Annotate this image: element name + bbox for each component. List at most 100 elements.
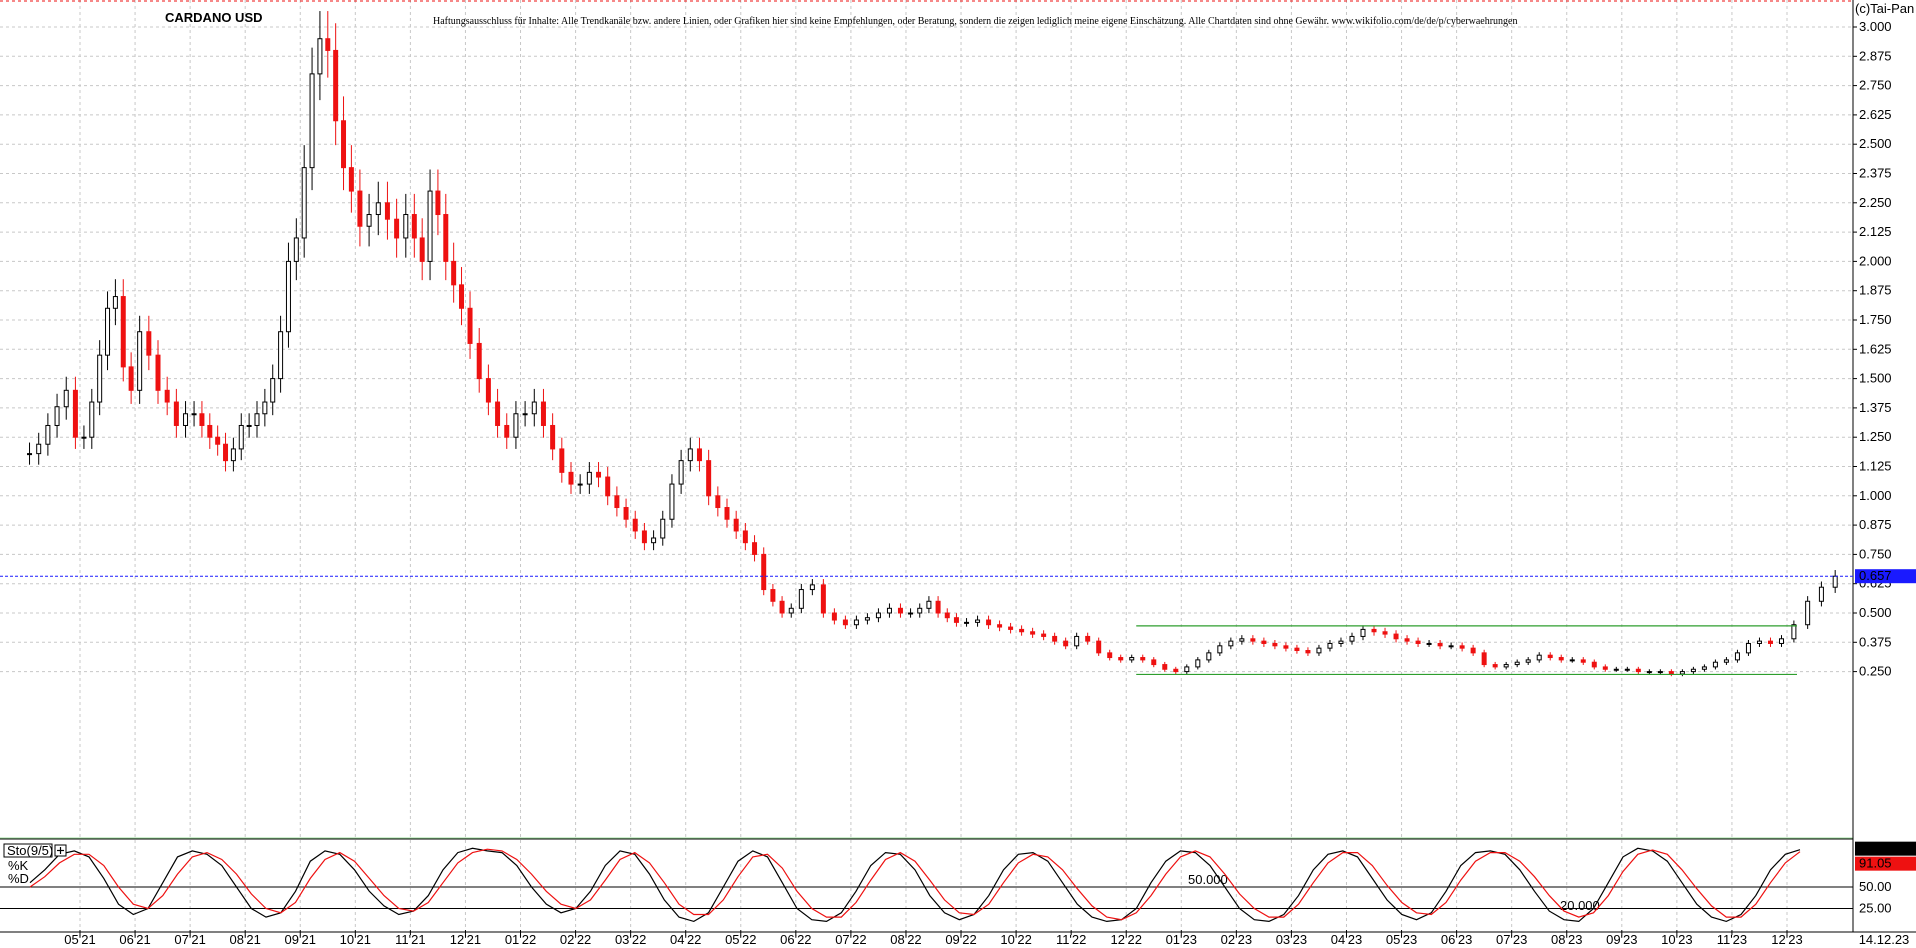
candle-body xyxy=(467,307,473,344)
candle-body xyxy=(986,619,992,626)
candle-body xyxy=(366,214,372,227)
candle-body xyxy=(1063,640,1069,647)
candle-body xyxy=(223,443,229,462)
candle-body xyxy=(770,589,776,602)
x-tick-label: 07'22 xyxy=(835,932,866,947)
sto-y-tick-label: 25.00 xyxy=(1859,901,1892,916)
y-tick-label: 1.750 xyxy=(1859,312,1892,327)
candle-body xyxy=(1558,657,1564,661)
candle-body xyxy=(752,542,758,555)
candle-body xyxy=(842,619,848,626)
sto-y-tick-label: 50.00 xyxy=(1859,879,1892,894)
candle-body xyxy=(278,331,284,380)
sto-ref-label-20: 20.000 xyxy=(1560,898,1600,913)
candle-body xyxy=(1195,659,1201,668)
candle-body xyxy=(864,617,870,621)
candle-body xyxy=(495,401,501,426)
x-tick-label: 05'21 xyxy=(64,932,95,947)
candle-body xyxy=(1041,633,1047,637)
candle-body xyxy=(105,307,111,356)
candle-body xyxy=(1349,635,1355,642)
candle-body xyxy=(820,584,826,614)
chart-window: 50.000 20.000 50.00 25.00 Sto(9/5) %K %D 93.42 9… xyxy=(0,0,1916,948)
candle-body xyxy=(577,483,583,486)
y-tick-label: 0.250 xyxy=(1859,664,1892,679)
candle-body xyxy=(403,214,409,239)
candle-body xyxy=(1096,640,1102,654)
candle-body xyxy=(908,612,914,615)
x-tick-label: 11'23 xyxy=(1717,932,1747,947)
candle-body xyxy=(1283,645,1289,649)
candle-body xyxy=(531,401,537,415)
candle-body xyxy=(706,460,712,497)
candle-body xyxy=(1140,657,1146,661)
candle-body xyxy=(1791,624,1797,640)
x-tick-label: 01'23 xyxy=(1166,932,1197,947)
candle-body xyxy=(568,471,574,485)
x-tick-label: 06'23 xyxy=(1441,932,1472,947)
candle-body xyxy=(1206,652,1212,661)
candle-body xyxy=(997,624,1003,628)
candle-body xyxy=(435,190,441,216)
current-price-label: 0.657 xyxy=(1859,568,1892,583)
candle-body xyxy=(183,413,189,426)
candle-body xyxy=(779,600,785,614)
candle-body xyxy=(1151,659,1157,666)
candle-body xyxy=(81,436,87,439)
candle-body xyxy=(651,537,657,544)
candle-body xyxy=(623,507,629,520)
y-tick-label: 1.500 xyxy=(1859,371,1892,386)
candle-body xyxy=(1646,671,1652,674)
candle-body xyxy=(1316,647,1322,654)
candle-body xyxy=(669,483,675,520)
x-tick-label: 12'21 xyxy=(450,932,481,947)
candle-body xyxy=(1448,645,1454,648)
candle-body xyxy=(1272,642,1278,647)
candle-body xyxy=(1701,666,1707,670)
candle-body xyxy=(596,471,602,478)
copyright-label: (c)Tai-Pan xyxy=(1855,1,1914,16)
y-tick-label: 0.375 xyxy=(1859,634,1892,649)
candle-body xyxy=(262,401,268,415)
candle-body xyxy=(1602,666,1608,670)
candle-body xyxy=(285,260,291,333)
candle-body xyxy=(724,507,730,520)
candle-body xyxy=(128,366,134,391)
x-tick-label: 12'23 xyxy=(1771,932,1802,947)
y-tick-label: 1.375 xyxy=(1859,400,1892,415)
candle-body xyxy=(1052,635,1058,642)
chart-title: CARDANO USD xyxy=(165,10,263,25)
candle-body xyxy=(155,354,161,391)
x-tick-label: 09'21 xyxy=(285,932,316,947)
candle-body xyxy=(476,342,482,380)
candle-body xyxy=(1338,640,1344,644)
candle-body xyxy=(485,378,491,403)
y-tick-label: 2.250 xyxy=(1859,195,1892,210)
candle-body xyxy=(443,214,449,262)
candle-body xyxy=(964,621,970,624)
candle-body xyxy=(1547,654,1553,659)
x-tick-label: 06'22 xyxy=(780,932,811,947)
candle-body xyxy=(97,354,103,403)
candle-body xyxy=(54,406,60,426)
candle-body xyxy=(975,619,981,623)
candle-body xyxy=(112,296,118,309)
candle-body xyxy=(788,607,794,614)
candle-body xyxy=(926,600,932,609)
candle-body xyxy=(1470,647,1476,654)
candle-body xyxy=(696,448,702,462)
candle-body xyxy=(1404,638,1410,642)
candle-body xyxy=(199,413,205,426)
y-tick-label: 1.625 xyxy=(1859,341,1892,356)
candle-body xyxy=(1162,664,1168,670)
candle-body xyxy=(1481,652,1487,666)
candle-body xyxy=(875,612,881,619)
x-tick-label: 09'22 xyxy=(945,932,976,947)
y-tick-label: 2.125 xyxy=(1859,224,1892,239)
candle-body xyxy=(733,518,739,532)
candle-body xyxy=(559,448,565,473)
x-tick-label: 08'22 xyxy=(890,932,921,947)
candle-body xyxy=(513,413,519,438)
candle-body xyxy=(1503,664,1509,668)
candle-body xyxy=(678,460,684,485)
